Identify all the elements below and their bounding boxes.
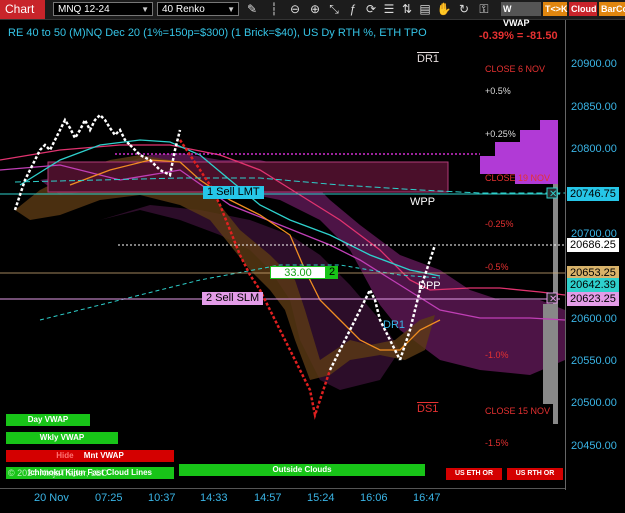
price-tick: 20850.00 <box>571 101 617 113</box>
price-tick: 20550.00 <box>571 355 617 367</box>
indicators-icon[interactable]: ƒ <box>345 1 361 17</box>
copyright-text: © 2024 NinjaTrader, LLC <box>8 468 108 478</box>
us-rth-or-button[interactable]: US RTH OR <box>507 468 563 480</box>
bar-style-icon[interactable]: ┆ <box>266 1 282 17</box>
wpp-label: WPP <box>410 196 436 208</box>
svg-text:✕: ✕ <box>549 294 557 305</box>
chevron-down-icon: ▼ <box>141 5 149 14</box>
zoom-in-icon[interactable]: ⊕ <box>307 1 323 17</box>
chart-toolbar: Chart MNQ 12-24 ▼ 40 Renko ▼ ✎ ┆ ⊖ ⊕ ⤡ ƒ… <box>0 0 625 28</box>
ds1-label: DS1 <box>417 403 439 415</box>
order-qty-box[interactable]: 2 <box>326 266 338 279</box>
day-vwap-button[interactable]: Day VWAP <box>6 414 90 426</box>
time-tick: 16:06 <box>360 492 388 504</box>
price-axis[interactable] <box>565 20 625 490</box>
zoom-out-icon[interactable]: ⊖ <box>287 1 303 17</box>
dr1-label: DR1 <box>417 53 440 65</box>
mnt-vwap-label: Mnt VWAP <box>83 451 124 460</box>
cloud-badge[interactable]: Cloud <box>569 2 597 16</box>
price-tag-current: 20686.25 <box>567 238 619 252</box>
us-eth-or-button[interactable]: US ETH OR <box>446 468 502 480</box>
price-tick: 20450.00 <box>571 440 617 452</box>
hand-icon[interactable]: ✋ <box>436 1 452 17</box>
chart-tab[interactable]: Chart <box>0 0 45 19</box>
time-axis[interactable] <box>0 488 565 513</box>
dpp-label: DPP <box>418 280 441 292</box>
bar-type-selector[interactable]: 40 Renko ▼ <box>157 2 239 16</box>
barco-badge[interactable]: BarCo <box>599 2 625 16</box>
price-tag-vwap: 20642.39 <box>567 278 619 292</box>
time-tick: 14:57 <box>254 492 282 504</box>
strategies-icon[interactable]: ⟳ <box>363 1 379 17</box>
mnt-vwap-button[interactable]: Hide Mnt VWAP <box>6 450 174 462</box>
close-19nov-label: CLOSE 19 NOV <box>485 173 551 183</box>
cursor-icon[interactable]: ⤡ <box>326 1 342 17</box>
bar-type-label: 40 Renko <box>162 4 205 15</box>
instrument-label: MNQ 12-24 <box>58 4 110 15</box>
minus025-label: -0.25% <box>485 219 514 229</box>
time-tick: 07:25 <box>95 492 123 504</box>
price-tick: 20900.00 <box>571 58 617 70</box>
reload-icon[interactable]: ↻ <box>456 1 472 17</box>
price-tag-sell-lmt: 20746.75 <box>567 187 619 201</box>
chevron-down-icon: ▼ <box>227 5 235 14</box>
chart-title: RE 40 to 50 (M)NQ Dec 20 (1%=150p=$300) … <box>8 27 427 39</box>
price-tick: 20500.00 <box>571 397 617 409</box>
plus025-label: +0.25% <box>485 129 516 139</box>
price-tick: 20600.00 <box>571 313 617 325</box>
properties-icon[interactable]: ☰ <box>381 1 397 17</box>
sell-lmt-order[interactable]: 1 Sell LMT <box>203 186 264 199</box>
time-tick: 15:24 <box>307 492 335 504</box>
drawing-tools-icon[interactable]: ✎ <box>244 1 260 17</box>
wkly-vwap-button[interactable]: Wkly VWAP <box>6 432 118 444</box>
data-box-icon[interactable]: ▤ <box>417 1 433 17</box>
time-tick: 20 Nov <box>34 492 69 504</box>
tk-badge[interactable]: T<>K <box>543 2 568 16</box>
sell-slm-order[interactable]: 2 Sell SLM <box>202 292 264 305</box>
price-tag-sell-slm: 20623.25 <box>567 292 619 306</box>
w-vwap-badge[interactable]: W VWAP <box>501 2 541 28</box>
instrument-selector[interactable]: MNQ 12-24 ▼ <box>53 2 153 16</box>
time-tick: 10:37 <box>148 492 176 504</box>
time-tick: 16:47 <box>413 492 441 504</box>
svg-text:✕: ✕ <box>549 189 557 200</box>
lock-icon[interactable]: ⚿ <box>476 1 492 17</box>
close-6nov-label: CLOSE 6 NOV <box>485 64 546 74</box>
minus05-label: -0.5% <box>485 262 509 272</box>
minus15-label: -1.5% <box>485 438 509 448</box>
time-tick: 14:33 <box>200 492 228 504</box>
hide-label: Hide <box>56 451 74 460</box>
order-price-box[interactable]: 33.00 <box>270 266 326 279</box>
plus05-label: +0.5% <box>485 86 511 96</box>
pnl-value: -0.39% = -81.50 <box>479 30 558 42</box>
price-tick: 20800.00 <box>571 143 617 155</box>
close-15nov-label: CLOSE 15 NOV <box>485 406 551 416</box>
minus10-label: -1.0% <box>485 350 509 360</box>
outside-clouds-button[interactable]: Outside Clouds <box>179 464 425 476</box>
trade-icon[interactable]: ⇅ <box>399 1 415 17</box>
dr1b-label: DR1 <box>383 319 406 331</box>
